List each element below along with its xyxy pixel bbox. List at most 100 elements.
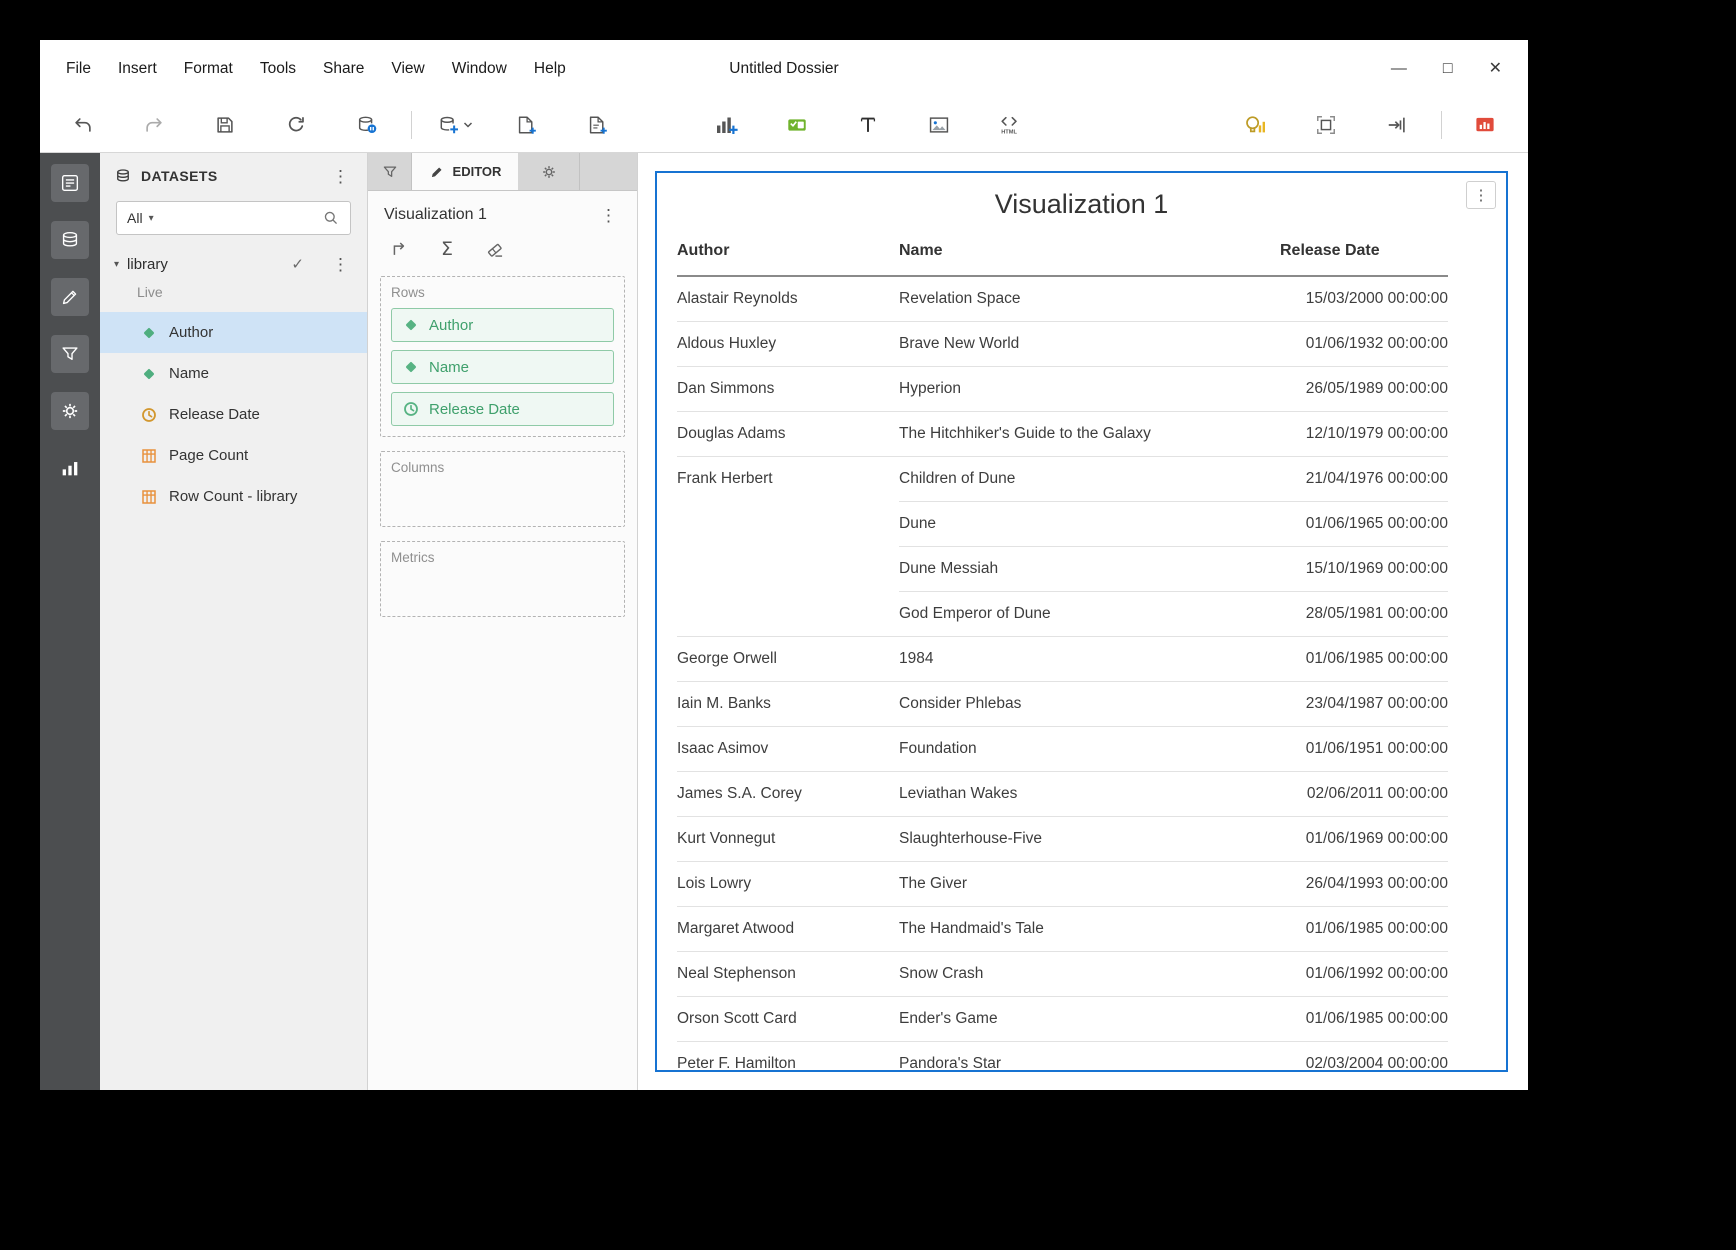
visualization-editor-menu-button[interactable]: ⋮ — [596, 207, 621, 224]
menu-view[interactable]: View — [391, 60, 424, 78]
swap-axes-icon[interactable] — [388, 238, 410, 260]
insert-filter-box-icon[interactable] — [776, 104, 818, 146]
grid-row: Orson Scott CardEnder's Game01/06/1985 0… — [677, 997, 1448, 1042]
visualization-menu-button[interactable]: ⋮ — [1466, 181, 1496, 209]
menu-tools[interactable]: Tools — [260, 60, 296, 78]
insert-text-icon[interactable] — [847, 104, 889, 146]
rail-format-icon[interactable] — [51, 392, 89, 430]
tab-settings[interactable] — [518, 153, 580, 190]
grid-cell-author: James S.A. Corey — [677, 772, 899, 817]
rail-datasets-icon[interactable] — [51, 221, 89, 259]
menu-share[interactable]: Share — [323, 60, 364, 78]
grid-cell-name: Dune — [899, 502, 1280, 547]
menu-format[interactable]: Format — [184, 60, 233, 78]
column-header-release-date[interactable]: Release Date — [1280, 230, 1448, 276]
dataset-field-name[interactable]: Name — [100, 353, 367, 394]
dataset-field-row-count-library[interactable]: Row Count - library — [100, 476, 367, 517]
grid-cell-author: Margaret Atwood — [677, 907, 899, 952]
menu-bar: File Insert Format Tools Share View Window Help — [66, 60, 566, 78]
presentation-mode-icon[interactable] — [1464, 104, 1506, 146]
main-area: DATASETS ⋮ All ▾ ▾ library ✓ ⋮ Live A — [40, 153, 1528, 1090]
undo-icon[interactable] — [62, 104, 104, 146]
insert-page-icon[interactable] — [505, 104, 547, 146]
column-header-author[interactable]: Author — [677, 230, 899, 276]
grid-cell-name: Foundation — [899, 727, 1280, 772]
menu-file[interactable]: File — [66, 60, 91, 78]
collapse-panels-icon[interactable] — [1376, 104, 1418, 146]
dropzone-metrics[interactable]: Metrics — [380, 541, 625, 617]
eraser-icon[interactable] — [484, 238, 506, 260]
rail-gallery-icon[interactable] — [51, 449, 89, 487]
grid-cell-name: Brave New World — [899, 322, 1280, 367]
dataset-menu-button[interactable]: ⋮ — [328, 256, 353, 273]
dropzone-columns[interactable]: Columns — [380, 451, 625, 527]
dataset-field-release-date[interactable]: Release Date — [100, 394, 367, 435]
date-clock-icon — [402, 400, 420, 418]
pill-label: Author — [429, 317, 473, 334]
rail-table-of-contents-icon[interactable] — [51, 164, 89, 202]
dataset-search-box[interactable]: All ▾ — [116, 201, 351, 235]
insert-image-icon[interactable] — [918, 104, 960, 146]
pill-release-date[interactable]: Release Date — [391, 392, 614, 426]
grid-row: Kurt VonnegutSlaughterhouse-Five01/06/19… — [677, 817, 1448, 862]
rail-edit-icon[interactable] — [51, 278, 89, 316]
tab-filter[interactable] — [368, 153, 412, 190]
insert-html-icon[interactable]: HTML — [989, 104, 1031, 146]
format-document-icon[interactable] — [1305, 104, 1347, 146]
datasets-panel-title: DATASETS — [141, 168, 319, 184]
toolbar: HTML — [40, 98, 1528, 153]
pill-author[interactable]: Author — [391, 308, 614, 342]
redo-icon[interactable] — [133, 104, 175, 146]
grid-cell-author: Lois Lowry — [677, 862, 899, 907]
grid-cell-name: Revelation Space — [899, 276, 1280, 322]
tab-editor[interactable]: EDITOR — [412, 153, 518, 190]
grid-cell-author: Iain M. Banks — [677, 682, 899, 727]
grid-cell-release-date: 15/03/2000 00:00:00 — [1280, 276, 1448, 322]
toolbar-separator — [411, 111, 412, 139]
menu-insert[interactable]: Insert — [118, 60, 157, 78]
menu-help[interactable]: Help — [534, 60, 566, 78]
dataset-field-page-count[interactable]: Page Count — [100, 435, 367, 476]
insights-icon[interactable] — [1234, 104, 1276, 146]
editor-panel: EDITOR Visualization 1 ⋮ Σ RowsAuthorNam… — [368, 153, 638, 1090]
save-icon[interactable] — [204, 104, 246, 146]
grid-row: Douglas AdamsThe Hitchhiker's Guide to t… — [677, 412, 1448, 457]
dataset-field-author[interactable]: Author — [100, 312, 367, 353]
minimize-button[interactable]: — — [1391, 61, 1407, 77]
rail-filter-icon[interactable] — [51, 335, 89, 373]
pill-name[interactable]: Name — [391, 350, 614, 384]
chevron-down-icon[interactable] — [463, 121, 473, 129]
dataset-status-icon[interactable] — [346, 104, 388, 146]
grid-row: Dan SimmonsHyperion26/05/1989 00:00:00 — [677, 367, 1448, 412]
datasets-menu-button[interactable]: ⋮ — [328, 168, 353, 185]
grid-cell-release-date: 21/04/1976 00:00:00 — [1280, 457, 1448, 502]
dropzone-rows[interactable]: Rows Author Name Release Date — [380, 276, 625, 437]
sum-icon[interactable]: Σ — [436, 238, 458, 260]
grid-cell-release-date: 28/05/1981 00:00:00 — [1280, 592, 1448, 637]
grid-cell-author: Peter F. Hamilton — [677, 1042, 899, 1073]
visualization-container[interactable]: ⋮ Visualization 1 AuthorNameRelease Date… — [655, 171, 1508, 1072]
metric-grid-icon — [140, 488, 158, 506]
insert-chapter-icon[interactable] — [576, 104, 618, 146]
dataset-mode-label: Live — [100, 279, 367, 305]
menu-window[interactable]: Window — [452, 60, 507, 78]
dataset-name: library — [127, 256, 283, 273]
insert-visualization-icon[interactable] — [705, 104, 747, 146]
refresh-icon[interactable] — [275, 104, 317, 146]
expand-caret-icon[interactable]: ▾ — [114, 259, 119, 270]
dropzone-label: Rows — [391, 285, 614, 300]
dataset-search-filter-dropdown[interactable]: All ▾ — [127, 210, 154, 226]
datasets-icon — [114, 167, 132, 185]
grid-cell-release-date: 26/04/1993 00:00:00 — [1280, 862, 1448, 907]
side-rail — [40, 153, 100, 1090]
search-icon[interactable] — [322, 209, 340, 227]
close-button[interactable]: ✕ — [1489, 61, 1502, 77]
canvas: ⋮ Visualization 1 AuthorNameRelease Date… — [638, 153, 1528, 1090]
column-header-name[interactable]: Name — [899, 230, 1280, 276]
dataset-library-row[interactable]: ▾ library ✓ ⋮ — [100, 249, 367, 279]
dataset-field-label: Release Date — [169, 406, 260, 423]
grid-cell-release-date: 01/06/1969 00:00:00 — [1280, 817, 1448, 862]
add-data-icon[interactable] — [434, 104, 476, 146]
maximize-button[interactable]: □ — [1443, 61, 1453, 77]
grid-row: James S.A. CoreyLeviathan Wakes02/06/201… — [677, 772, 1448, 817]
